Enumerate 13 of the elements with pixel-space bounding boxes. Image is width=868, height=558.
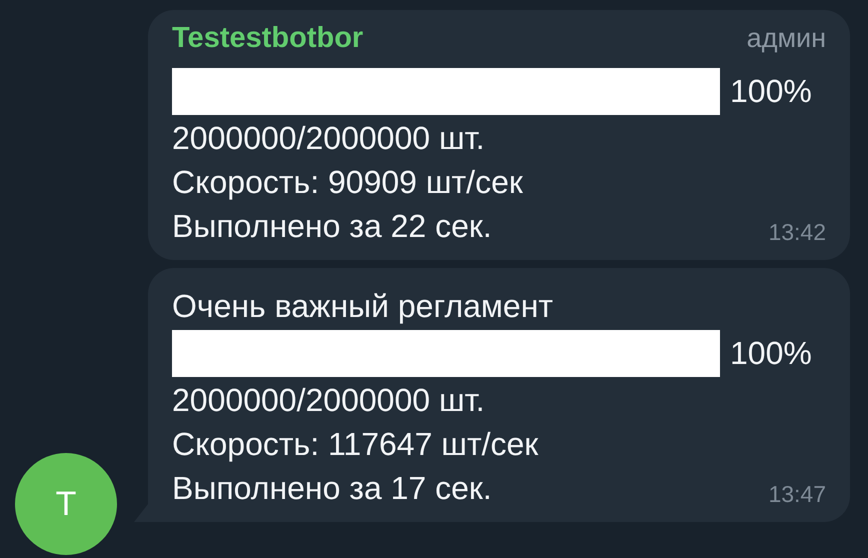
message-title: Очень важный регламент bbox=[172, 287, 554, 326]
message-time: 13:42 bbox=[768, 219, 826, 246]
message-text: 2000000/2000000 шт. bbox=[172, 119, 486, 158]
message-text: Выполнено за 22 сек. bbox=[172, 207, 492, 246]
sender-name[interactable]: Testestbotbor bbox=[172, 22, 364, 55]
message-text: Скорость: 90909 шт/сек bbox=[172, 163, 524, 202]
progress-percent: 100% bbox=[730, 72, 812, 110]
message-text: Выполнено за 17 сек. bbox=[172, 469, 492, 508]
message-time: 13:47 bbox=[768, 481, 826, 508]
progress-percent: 100% bbox=[730, 334, 812, 372]
role-label: админ bbox=[746, 23, 826, 54]
message-text: Скорость: 117647 шт/сек bbox=[172, 425, 540, 464]
message-text: 2000000/2000000 шт. bbox=[172, 381, 486, 420]
